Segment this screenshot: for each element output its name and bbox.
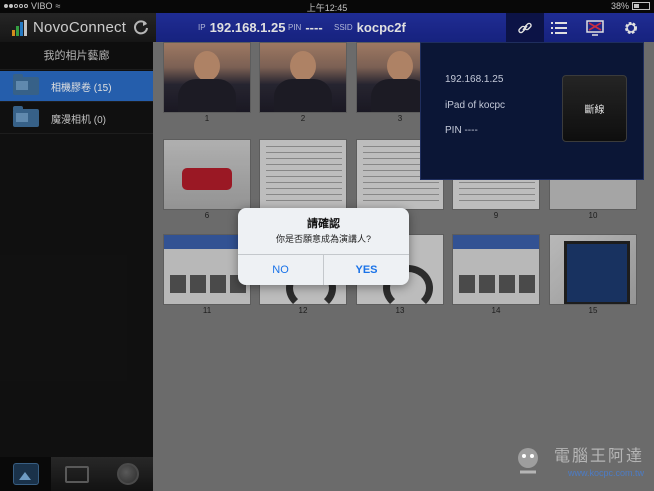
tab-photos[interactable] (0, 457, 51, 491)
sidebar-item-label: 魔漫相机 (0) (51, 114, 106, 126)
yes-button[interactable]: YES (323, 255, 409, 285)
thumbnail-number: 9 (493, 211, 499, 220)
sidebar-bottom-tabs (0, 457, 153, 491)
dialog-buttons: NO YES (238, 254, 409, 285)
refresh-icon[interactable] (132, 18, 150, 36)
link-button[interactable] (506, 13, 544, 42)
sidebar-title: 我的相片藝廊 (0, 42, 153, 70)
thumbnail-number: 1 (204, 114, 210, 123)
status-bar: VIBO ≈ 上午12:45 38% (0, 0, 654, 13)
tab-files[interactable] (51, 457, 102, 491)
photo-thumbnail[interactable]: 6 (163, 139, 251, 220)
screen-icon (586, 19, 604, 36)
thumbnail-image (549, 234, 637, 305)
photo-thumbnail[interactable]: 7 (259, 139, 347, 220)
connection-info-bar: IP 192.168.1.25 PIN ---- SSID kocpc2f (156, 13, 654, 42)
photo-thumbnail[interactable]: 2 (259, 42, 347, 123)
disconnect-button[interactable]: 斷線 (562, 75, 627, 142)
novoconnect-logo-icon (12, 19, 27, 36)
thumbnail-number: 2 (300, 114, 306, 123)
web-icon (116, 463, 139, 485)
watermark-logo-icon (518, 448, 538, 474)
thumbnail-number: 13 (395, 306, 405, 315)
connection-popup: 192.168.1.25 iPad of kocpc PIN ---- 斷線 (420, 42, 644, 180)
watermark: 電腦王阿達 www.kocpc.com.tw (512, 440, 650, 486)
ip-info: IP 192.168.1.25 (198, 20, 286, 35)
ssid-info: SSID kocpc2f (334, 20, 406, 35)
thumbnail-image (452, 234, 540, 305)
sidebar: 我的相片藝廊 相機膠卷 (15) 魔漫相机 (0) (0, 42, 153, 457)
photo-gallery-icon (12, 463, 39, 485)
thumbnail-image (259, 139, 347, 210)
battery-percent: 38% (610, 1, 629, 11)
gear-icon (625, 21, 637, 34)
app-header: NovoConnect IP 192.168.1.25 PIN ---- SSID k… (0, 13, 654, 42)
thumbnail-image (259, 42, 347, 113)
dialog-title: 請確認 (307, 218, 340, 230)
thumbnail-image (163, 139, 251, 210)
confirm-dialog: 請確認 你是否願意成為演講人? NO YES (238, 208, 409, 285)
album-folder-icon (13, 106, 39, 127)
tab-web[interactable] (102, 457, 153, 491)
popup-pin: PIN ---- (445, 125, 478, 136)
thumbnail-image (163, 42, 251, 113)
pin-info: PIN ---- (288, 20, 323, 35)
photo-thumbnail[interactable]: 15 (549, 234, 637, 315)
album-folder-icon (13, 74, 39, 95)
list-button[interactable] (540, 13, 578, 42)
app-name: NovoConnect (33, 19, 127, 36)
thumbnail-number: 15 (588, 306, 598, 315)
sidebar-item-camera-roll[interactable]: 相機膠卷 (15) (0, 71, 153, 102)
screen-button[interactable] (576, 13, 614, 42)
list-icon (551, 21, 567, 34)
thumbnail-number: 10 (588, 211, 598, 220)
thumbnail-number: 12 (298, 306, 308, 315)
battery-status: 38% (611, 1, 650, 11)
photo-thumbnail[interactable]: 1 (163, 42, 251, 123)
settings-button[interactable] (612, 13, 650, 42)
thumbnail-number: 11 (202, 306, 212, 315)
no-button[interactable]: NO (238, 255, 323, 285)
watermark-url: www.kocpc.com.tw (567, 468, 644, 478)
watermark-title: 電腦王阿達 (553, 448, 644, 465)
sidebar-item-moman-camera[interactable]: 魔漫相机 (0) (0, 103, 153, 134)
sidebar-item-label: 相機膠卷 (15) (51, 82, 112, 94)
folder-icon (64, 465, 89, 483)
dialog-message: 你是否願意成為演講人? (275, 234, 371, 244)
link-icon (518, 22, 532, 33)
popup-device: iPad of kocpc (445, 100, 506, 111)
thumbnail-number: 14 (491, 306, 501, 315)
battery-icon (632, 2, 650, 10)
photo-thumbnail[interactable]: 14 (452, 234, 540, 315)
popup-ip: 192.168.1.25 (445, 74, 504, 85)
